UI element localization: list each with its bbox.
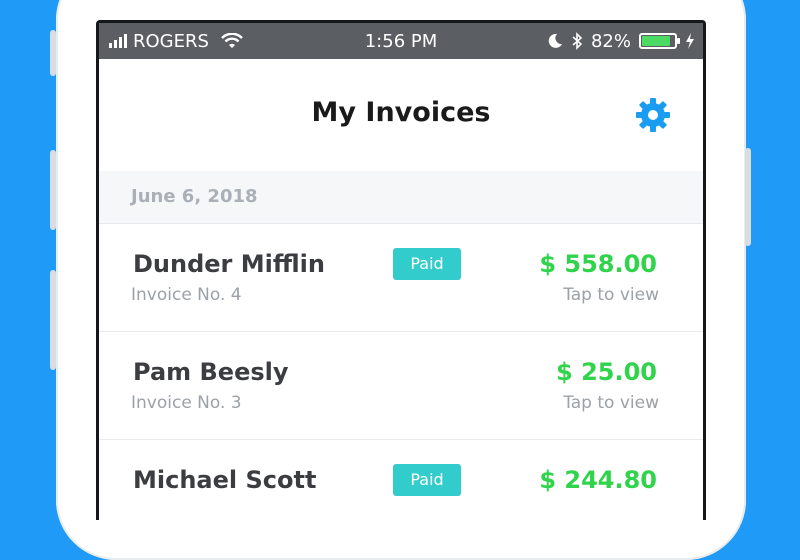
signal-icon <box>109 34 127 48</box>
status-left: ROGERS <box>109 23 243 59</box>
power-button <box>745 148 751 246</box>
paid-badge: Paid <box>393 464 461 496</box>
battery-icon <box>639 33 680 49</box>
invoice-row[interactable]: Dunder Mifflin Invoice No. 4 Paid $ 558.… <box>99 224 703 332</box>
battery-percent: 82% <box>590 30 631 52</box>
invoice-number: Invoice No. 4 <box>131 285 242 305</box>
bluetooth-icon <box>572 32 583 50</box>
status-bar: ROGERS 1:56 PM 82% <box>99 23 703 59</box>
wifi-icon <box>221 33 243 48</box>
navigation-bar: My Invoices <box>99 59 703 171</box>
battery-fill <box>642 36 670 46</box>
client-name: Pam Beesly <box>133 358 289 386</box>
phone-screen: ROGERS 1:56 PM 82% My Invoices June 6, 2… <box>96 20 706 520</box>
paid-badge: Paid <box>393 248 461 280</box>
invoice-number: Invoice No. 3 <box>131 393 242 413</box>
moon-icon <box>548 33 562 48</box>
tap-to-view-label: Tap to view <box>563 285 659 305</box>
invoice-amount: $ 25.00 <box>556 358 657 386</box>
section-date: June 6, 2018 <box>131 186 258 207</box>
status-right: 82% <box>547 23 695 59</box>
tap-to-view-label: Tap to view <box>563 393 659 413</box>
carrier-label: ROGERS <box>133 30 209 52</box>
page-title: My Invoices <box>311 97 491 128</box>
gear-icon[interactable] <box>635 97 671 133</box>
invoice-amount: $ 558.00 <box>539 250 657 278</box>
volume-down-button <box>50 270 56 370</box>
charging-icon <box>686 33 694 49</box>
invoice-amount: $ 244.80 <box>539 466 657 494</box>
client-name: Michael Scott <box>133 466 317 494</box>
volume-up-button <box>50 150 56 230</box>
invoice-row[interactable]: Pam Beesly Invoice No. 3 $ 25.00 Tap to … <box>99 332 703 440</box>
mute-switch <box>50 30 56 76</box>
date-section-header: June 6, 2018 <box>99 171 703 224</box>
invoice-row[interactable]: Michael Scott Paid $ 244.80 <box>99 440 703 520</box>
client-name: Dunder Mifflin <box>133 250 325 278</box>
